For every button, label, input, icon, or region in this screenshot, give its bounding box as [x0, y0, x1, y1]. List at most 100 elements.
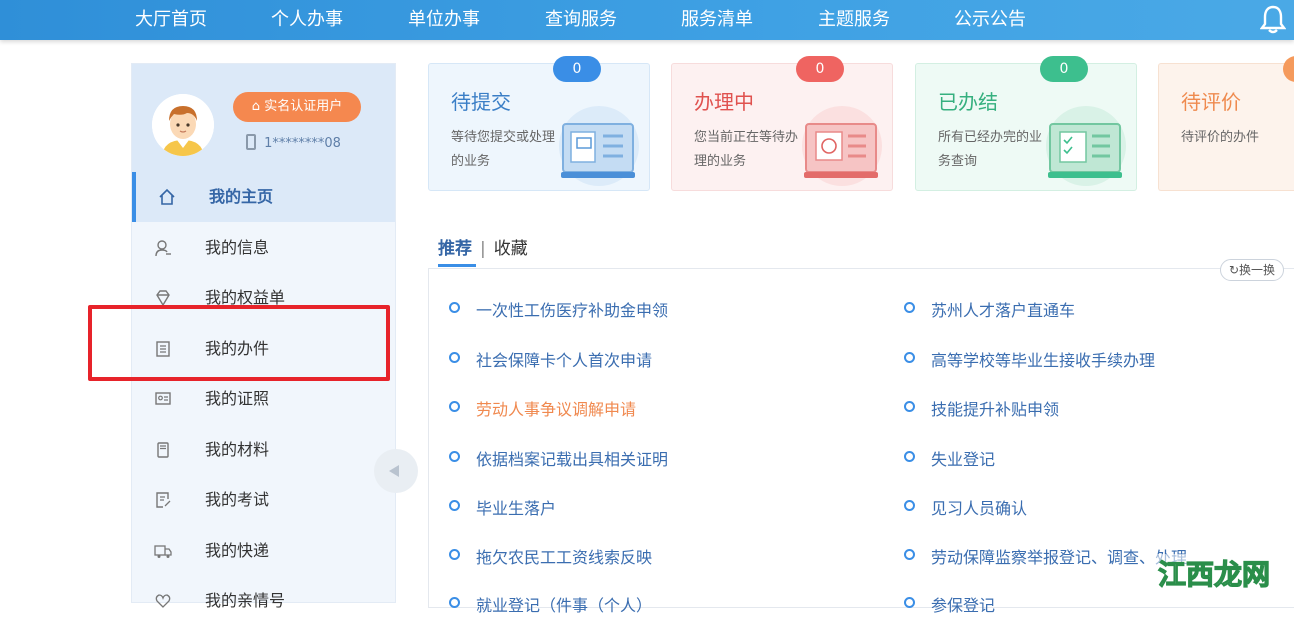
refresh-label: 换一换 [1239, 263, 1276, 277]
service-label: 依据档案记载出具相关证明 [476, 450, 669, 469]
bullet-icon [449, 549, 460, 560]
service-link[interactable]: 就业登记（件事（个人） [449, 592, 653, 616]
sidebar-item-label: 我的材料 [205, 440, 270, 459]
phone-row: 1********08 [246, 134, 341, 151]
nav-theme-services[interactable]: 主题服务 [818, 0, 890, 40]
service-link[interactable]: 参保登记 [904, 592, 996, 616]
sidebar-item-express[interactable]: 我的快递 [132, 526, 395, 576]
collapse-sidebar-button[interactable] [374, 449, 418, 493]
card-pending-review[interactable]: 0 待评价 待评价的办件 [1158, 56, 1294, 191]
card-pending-submit[interactable]: 0 待提交 等待您提交或处理的业务 [428, 56, 650, 191]
refresh-icon: ↻ [1228, 263, 1240, 277]
sidebar-item-label: 我的亲情号 [205, 591, 286, 610]
bullet-icon [449, 451, 460, 462]
service-link[interactable]: 技能提升补贴申领 [904, 396, 1059, 420]
service-link[interactable]: 拖欠农民工工资线索反映 [449, 544, 653, 568]
completed-count-badge: 0 [1040, 56, 1088, 82]
bullet-icon [904, 401, 915, 412]
truck-icon [154, 545, 172, 558]
bell-icon[interactable] [1260, 4, 1286, 34]
sidebar-item-label: 我的权益单 [205, 288, 286, 307]
service-label: 高等学校等毕业生接收手续办理 [931, 351, 1156, 370]
refresh-button[interactable]: ↻换一换 [1220, 259, 1284, 281]
user-sidebar: ⌂ 实名认证用户 1********08 我的主页 我的信息 我的权益单 我的办… [131, 63, 396, 610]
card-desc: 所有已经办完的业务查询 [938, 130, 1043, 169]
exam-icon [156, 492, 171, 508]
bullet-icon [904, 451, 915, 462]
bullet-icon [449, 500, 460, 511]
card-title: 已办结 [938, 90, 998, 114]
watermark-text: 江西龙网 [1158, 558, 1270, 591]
id-card-icon [155, 392, 171, 405]
service-link[interactable]: 高等学校等毕业生接收手续办理 [904, 347, 1156, 371]
card-desc: 待评价的办件 [1181, 130, 1260, 145]
sidebar-item-label: 我的办件 [205, 339, 270, 358]
bullet-icon [449, 302, 460, 313]
nav-unit-affairs[interactable]: 单位办事 [408, 0, 480, 40]
sidebar-item-my-cases[interactable]: 我的办件 [132, 324, 395, 374]
sidebar-item-label: 我的证照 [205, 389, 270, 408]
bullet-icon [449, 352, 460, 363]
sidebar-item-label: 我的主页 [209, 187, 274, 206]
card-desc: 您当前正在等待办理的业务 [694, 130, 799, 169]
service-link[interactable]: 依据档案记载出具相关证明 [449, 446, 669, 470]
bullet-icon [449, 401, 460, 412]
card-title: 办理中 [694, 90, 754, 114]
nav-public-notices[interactable]: 公示公告 [954, 0, 1026, 40]
folder-icon [157, 442, 169, 458]
bullet-icon [904, 500, 915, 511]
document-icon [156, 341, 170, 357]
service-label: 参保登记 [931, 596, 996, 615]
service-link[interactable]: 见习人员确认 [904, 495, 1027, 519]
card-in-progress[interactable]: 0 办理中 您当前正在等待办理的业务 [671, 56, 893, 191]
service-link[interactable]: 失业登记 [904, 446, 996, 470]
sidebar-item-family[interactable]: 我的亲情号 [132, 576, 395, 626]
service-link[interactable]: 苏州人才落户直通车 [904, 297, 1075, 321]
tab-favorites[interactable]: 收藏 [494, 239, 528, 259]
service-link[interactable]: 社会保障卡个人首次申请 [449, 347, 652, 371]
service-label: 一次性工伤医疗补助金申领 [476, 301, 669, 320]
service-link[interactable]: 一次性工伤医疗补助金申领 [449, 297, 669, 321]
nav-hall-home[interactable]: 大厅首页 [135, 0, 207, 40]
sidebar-item-home[interactable]: 我的主页 [132, 172, 395, 222]
completed-illustration-icon [1046, 106, 1126, 186]
pending-submit-count-badge: 0 [553, 56, 601, 82]
in-progress-count-badge: 0 [796, 56, 844, 82]
user-avatar-icon [152, 94, 214, 156]
sidebar-item-label: 我的考试 [205, 490, 270, 509]
service-label: 失业登记 [931, 450, 996, 469]
site-watermark-logo: 江西龙网 [1148, 554, 1288, 592]
submit-illustration-icon [559, 106, 639, 186]
tab-separator: | [480, 239, 486, 259]
card-completed[interactable]: 0 已办结 所有已经办完的业务查询 [915, 56, 1137, 191]
tab-recommended[interactable]: 推荐 [438, 239, 472, 259]
user-icon [155, 240, 171, 257]
profile-panel: ⌂ 实名认证用户 1********08 [132, 64, 395, 172]
home-icon [159, 188, 175, 205]
processing-illustration-icon [802, 106, 882, 186]
bullet-icon [904, 352, 915, 363]
sidebar-item-licenses[interactable]: 我的证照 [132, 374, 395, 424]
diamond-icon [156, 290, 170, 307]
pending-review-count-badge: 0 [1283, 56, 1294, 82]
sidebar-item-exams[interactable]: 我的考试 [132, 475, 395, 525]
service-link[interactable]: 毕业生落户 [449, 495, 556, 519]
top-nav-bar: 大厅首页 个人办事 单位办事 查询服务 服务清单 主题服务 公示公告 [0, 0, 1294, 40]
sidebar-item-rights[interactable]: 我的权益单 [132, 273, 395, 323]
nav-personal-affairs[interactable]: 个人办事 [271, 0, 343, 40]
sidebar-item-materials[interactable]: 我的材料 [132, 425, 395, 475]
service-link[interactable]: 劳动人事争议调解申请 [449, 396, 636, 420]
card-title: 待评价 [1181, 90, 1241, 114]
heart-icon [155, 594, 171, 608]
sidebar-item-label: 我的快递 [205, 541, 270, 560]
bullet-icon [904, 549, 915, 560]
verified-badge-label: 实名认证用户 [264, 99, 343, 114]
card-desc: 等待您提交或处理的业务 [451, 130, 556, 169]
avatar[interactable] [152, 94, 214, 156]
nav-service-list[interactable]: 服务清单 [681, 0, 753, 40]
service-label: 拖欠农民工工资线索反映 [476, 548, 653, 567]
service-label: 就业登记（件事（个人） [476, 596, 653, 615]
bullet-icon [904, 302, 915, 313]
nav-query-services[interactable]: 查询服务 [545, 0, 617, 40]
sidebar-item-info[interactable]: 我的信息 [132, 223, 395, 273]
